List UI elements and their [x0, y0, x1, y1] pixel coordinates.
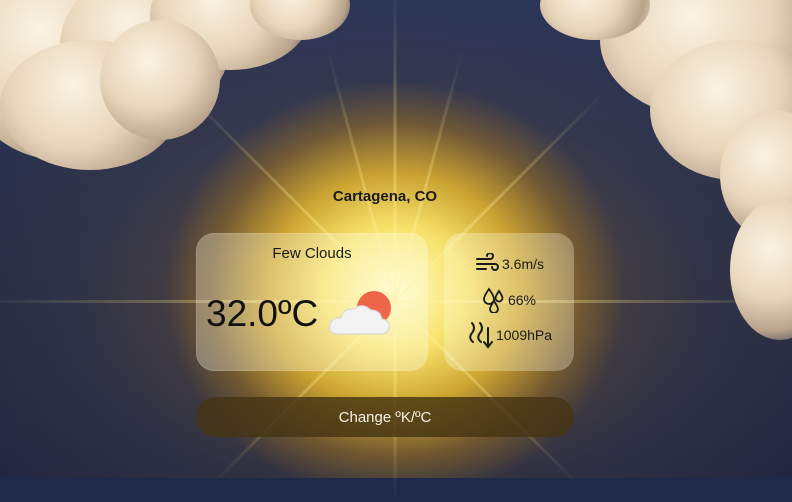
humidity-icon [483, 287, 504, 313]
pressure-value: 1009hPa [495, 327, 553, 343]
wind-icon [475, 253, 499, 271]
sun-behind-cloud-icon [329, 291, 391, 335]
weather-main-card: Few Clouds 32.0ºC [196, 233, 428, 371]
temperature-value: 32.0ºC [206, 293, 319, 334]
humidity-row: 66% [444, 287, 574, 313]
change-unit-button[interactable]: Change ºK/ºC [196, 397, 574, 437]
weather-details-card: 3.6m/s 66% 1009hPa [444, 233, 574, 371]
weather-condition: Few Clouds [272, 245, 352, 262]
pressure-row: 1009hPa [444, 320, 574, 350]
wind-row: 3.6m/s [444, 253, 574, 275]
wind-value: 3.6m/s [501, 256, 544, 272]
location-label: Cartagena, CO [332, 188, 438, 205]
pressure-icon [469, 322, 493, 349]
humidity-value: 66% [507, 292, 537, 308]
